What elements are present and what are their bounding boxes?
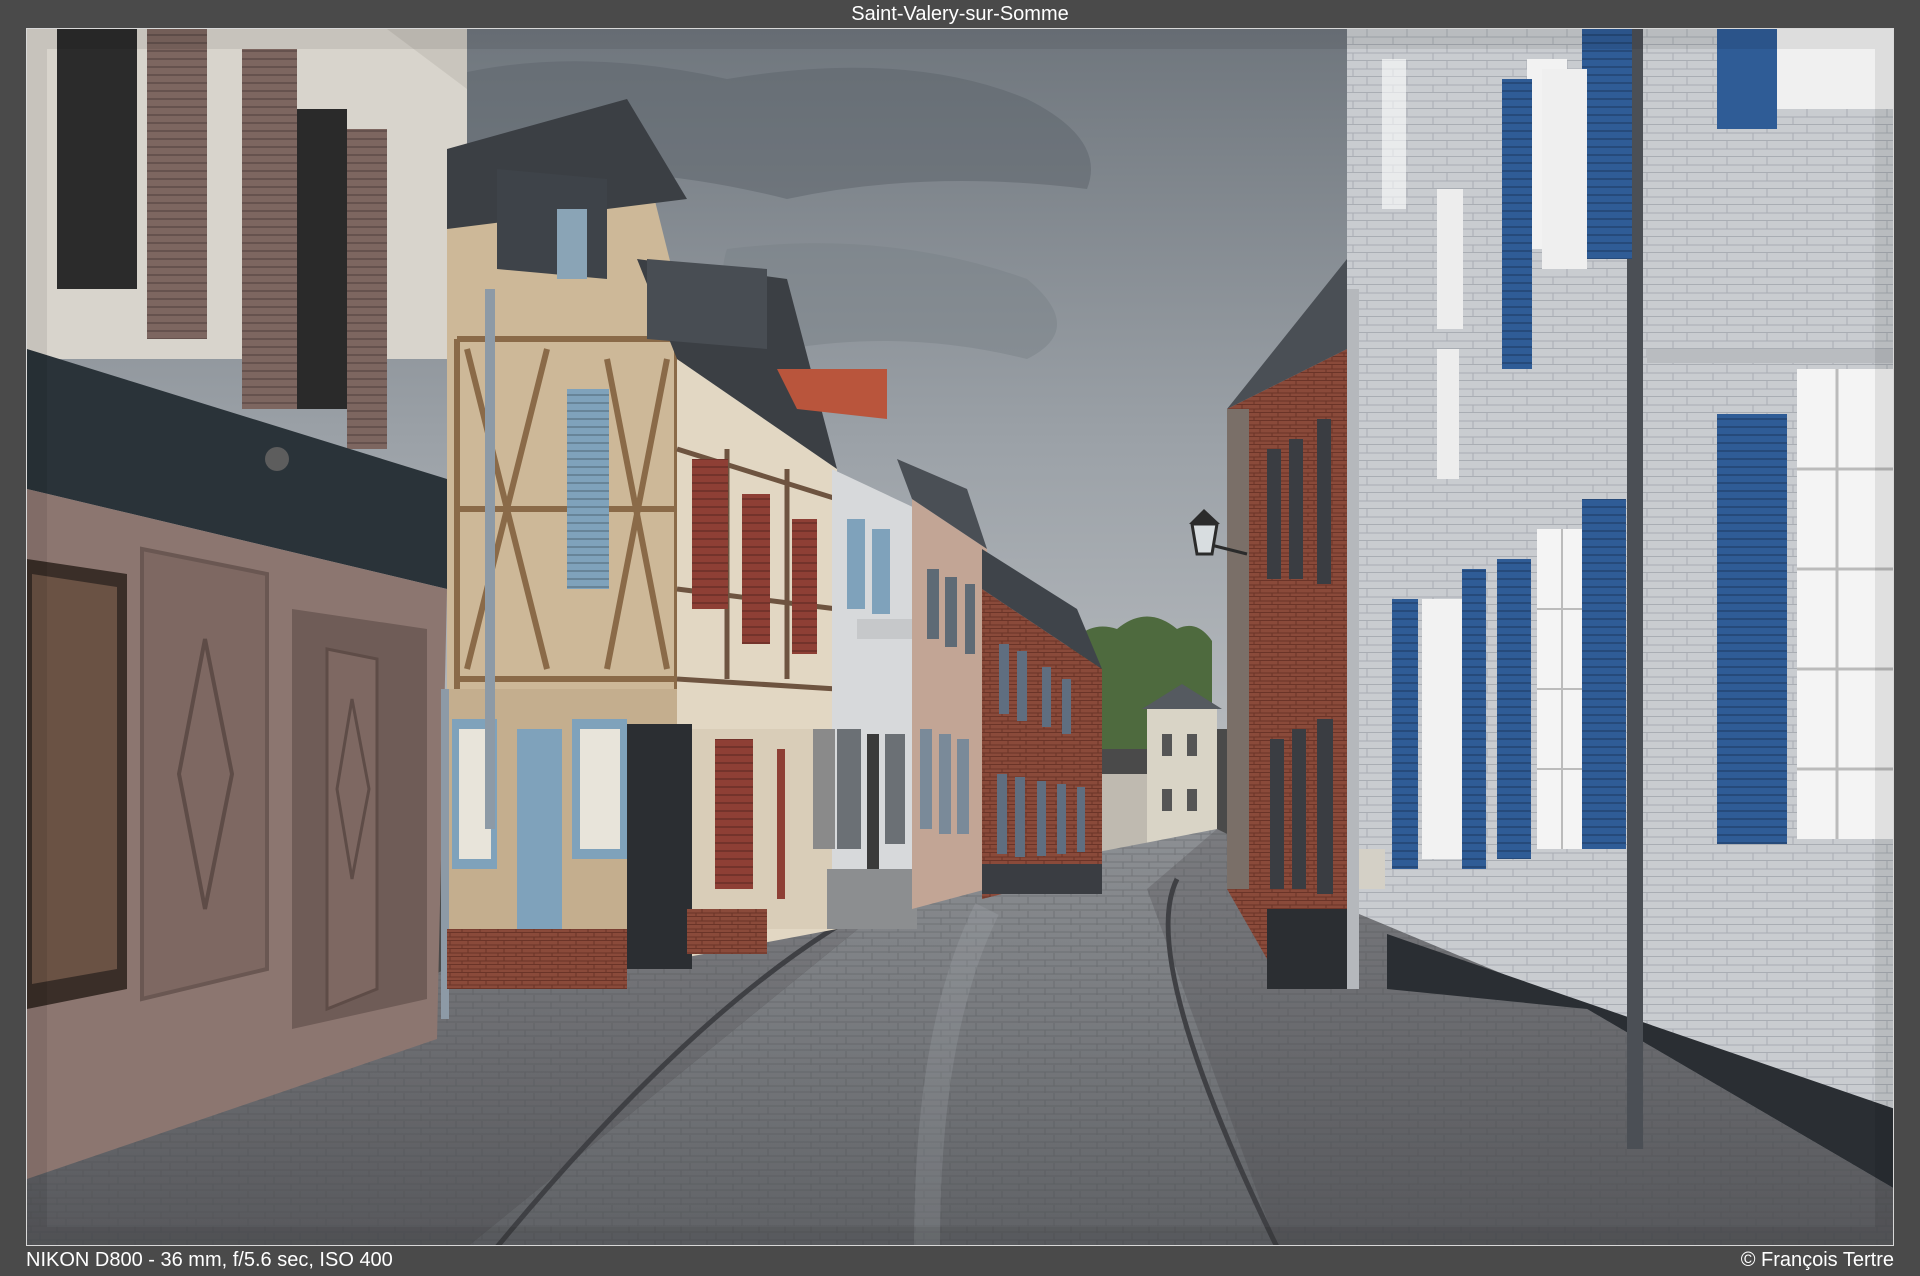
wall-lamp [265,447,289,471]
photo-frame: Saint-Valery-sur-Somme NIKON D800 - 36 m… [0,0,1920,1276]
photo-credit: © François Tertre [1740,1249,1894,1271]
exif-info: NIKON D800 - 36 mm, f/5.6 sec, ISO 400 [26,1249,393,1271]
brick-house-4 [912,499,987,909]
photo-title: Saint-Valery-sur-Somme [851,3,1069,25]
black-door [627,724,692,969]
street-photo [26,28,1894,1246]
pale-blue-door [517,729,562,959]
